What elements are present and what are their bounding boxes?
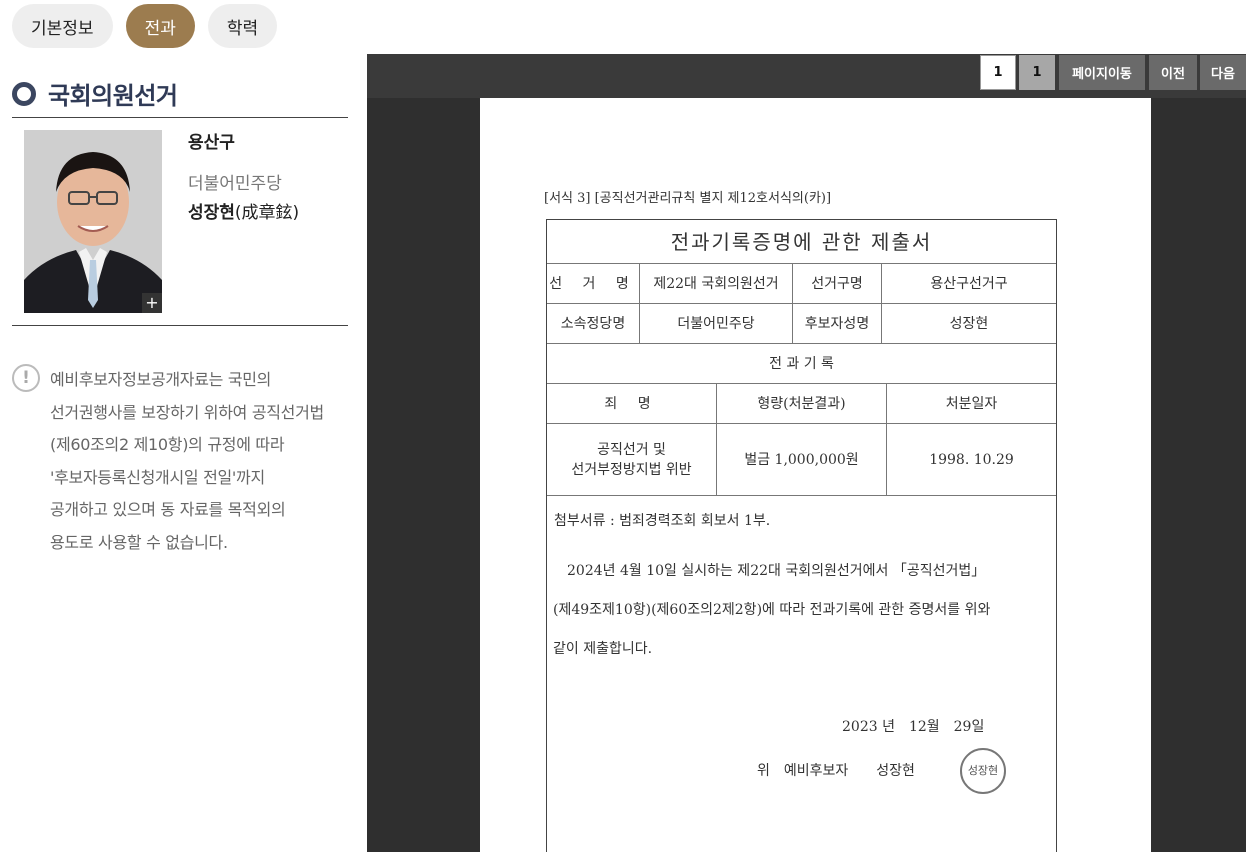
circle-bullet-icon — [12, 81, 36, 106]
sign-date: 2023 년 12월 29일 — [842, 719, 985, 735]
exclamation-icon: ! — [12, 364, 40, 392]
signature-line: 위 예비후보자 성장현 — [757, 763, 915, 779]
expand-photo-icon[interactable]: + — [142, 293, 162, 313]
divider — [12, 117, 348, 118]
document-viewer: 1 1 페이지이동 이전 다음 [서식 3] [공직선거관리규칙 별지 제12호… — [367, 54, 1246, 852]
paragraph-line: 2024년 4월 10일 실시하는 제22대 국회의원선거에서 「공직선거법」 — [553, 563, 986, 579]
viewer-toolbar: 1 1 페이지이동 이전 다음 — [367, 54, 1246, 98]
paragraph-line: 같이 제출합니다. — [553, 641, 653, 657]
candidate-info: 용산구 더불어민주당 성장현(成章鉉) — [188, 128, 299, 223]
col-date: 처분일자 — [945, 395, 998, 412]
tab-bar: 기본정보 전과 학력 — [12, 4, 278, 48]
candidate-name-hanja: (成章鉉) — [234, 203, 300, 223]
col-penalty: 형량(처분결과) — [717, 384, 887, 423]
document-page: [서식 3] [공직선거관리규칙 별지 제12호서식의(카)] 전과기록증명에 … — [480, 98, 1151, 852]
crime-line: 선거부정방지법 위반 — [571, 461, 692, 478]
candidate-district: 용산구 — [188, 133, 235, 153]
party-label: 소속정당명 — [547, 304, 640, 343]
notice-line: 용도로 사용할 수 없습니다. — [50, 532, 228, 552]
prev-page-button[interactable]: 이전 — [1149, 55, 1197, 90]
candidate-panel: 국회의원선거 + 용산구 더불어민주당 성장현(成章鉉) ! 예비후보자정보공개… — [0, 54, 367, 852]
candidate-party: 더불어민주당 — [188, 174, 282, 194]
tab-criminal-record[interactable]: 전과 — [125, 4, 195, 48]
record-row: 공직선거 및 선거부정방지법 위반 벌금 1,000,000원 1998. 10… — [547, 424, 1056, 496]
section-title: 국회의원선거 — [48, 82, 178, 110]
candidate-photo[interactable]: + — [24, 130, 162, 313]
section-header: 국회의원선거 — [12, 76, 178, 111]
notice-line: 선거권행사를 보장하기 위하여 공직선거법 — [50, 402, 324, 422]
col-crime: 죄 명 — [547, 384, 717, 423]
notice-text: 예비후보자정보공개자료는 국민의 선거권행사를 보장하기 위하여 공직선거법 (… — [50, 364, 357, 559]
total-pages: 1 — [1019, 55, 1055, 90]
disposition-date: 1998. 10.29 — [929, 451, 1014, 468]
notice-line: 예비후보자정보공개자료는 국민의 — [50, 370, 272, 389]
notice-line: 공개하고 있으며 동 자료를 목적외의 — [50, 500, 286, 519]
district-value: 용산구선거구 — [930, 275, 1008, 292]
notice-line: (제60조의2 제10항)의 규정에 따라 — [50, 435, 285, 454]
party-value: 더불어민주당 — [640, 304, 793, 343]
candidate-name-hangul: 성장현 — [188, 203, 235, 223]
district-label: 선거구명 — [793, 264, 882, 303]
election-value: 제22대 국회의원선거 — [640, 264, 793, 303]
attachment-note: 첨부서류 : 범죄경력조회 회보서 1부. — [554, 513, 771, 529]
form-row: 죄 명 형량(처분결과) 처분일자 — [547, 384, 1056, 424]
notice-line: '후보자등록신청개시일 전일'까지 — [50, 467, 265, 487]
form-row: 선 거 명 제22대 국회의원선거 선거구명 용산구선거구 — [547, 264, 1056, 304]
record-header: 전 과 기 록 — [769, 355, 834, 372]
form-header: [서식 3] [공직선거관리규칙 별지 제12호서식의(카)] — [544, 191, 832, 206]
candidate-name: 성장현(成章鉉) — [188, 198, 299, 223]
tab-basic-info[interactable]: 기본정보 — [12, 4, 113, 48]
crime-name: 공직선거 및 선거부정방지법 위반 — [547, 424, 717, 495]
tab-education[interactable]: 학력 — [207, 4, 278, 48]
portrait-image — [24, 130, 162, 313]
form-title-row: 전과기록증명에 관한 제출서 — [547, 220, 1056, 264]
form-title: 전과기록증명에 관한 제출서 — [670, 229, 933, 254]
candidate-label: 후보자성명 — [793, 304, 882, 343]
form-row: 전 과 기 록 — [547, 344, 1056, 384]
candidate-value: 성장현 — [949, 315, 989, 332]
goto-page-button[interactable]: 페이지이동 — [1059, 55, 1145, 90]
divider — [12, 325, 348, 326]
current-page-input[interactable]: 1 — [980, 55, 1016, 90]
submission-paragraph: 2024년 4월 10일 실시하는 제22대 국회의원선거에서 「공직선거법」 … — [553, 552, 1050, 669]
paragraph-line: (제49조제10항)(제60조의2제2항)에 따라 전과기록에 관한 증명서를 … — [553, 602, 991, 618]
election-label: 선 거 명 — [547, 264, 640, 303]
seal-stamp: 성장현 — [960, 748, 1006, 794]
disclosure-notice: ! 예비후보자정보공개자료는 국민의 선거권행사를 보장하기 위하여 공직선거법… — [12, 364, 357, 559]
penalty-value: 벌금 1,000,000원 — [717, 424, 887, 495]
form-row: 소속정당명 더불어민주당 후보자성명 성장현 — [547, 304, 1056, 344]
form-frame: 전과기록증명에 관한 제출서 선 거 명 제22대 국회의원선거 선거구명 용산… — [546, 219, 1057, 852]
next-page-button[interactable]: 다음 — [1200, 55, 1246, 90]
crime-line: 공직선거 및 — [597, 441, 666, 458]
